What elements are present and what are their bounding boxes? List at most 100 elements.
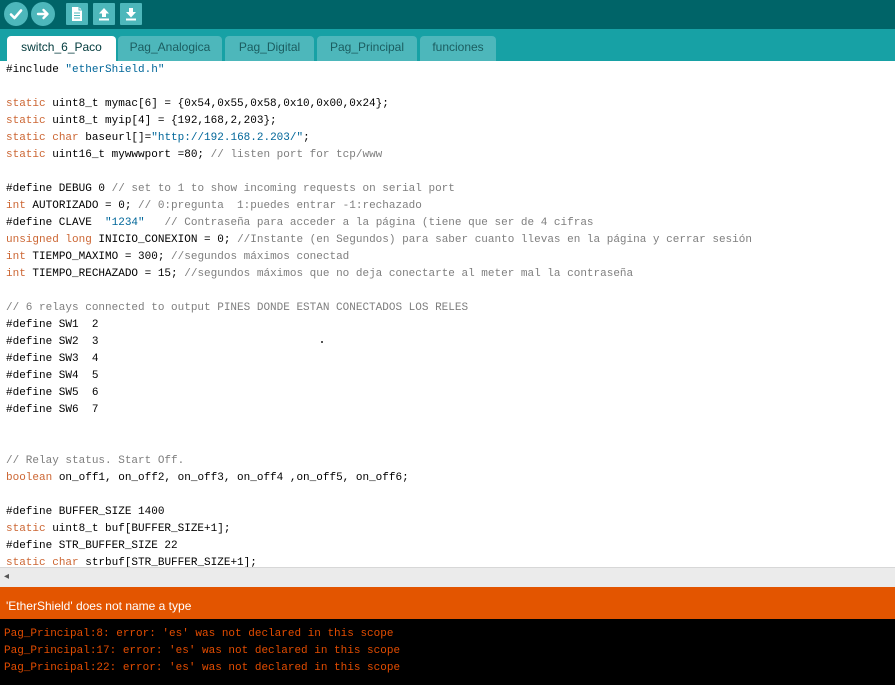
code-token: #define SW2 3 [6,336,99,348]
code-token: #define SW1 2 [6,319,99,331]
code-line: #define CLAVE "1234" // Contraseña para … [6,215,594,232]
code-line: static char strbuf[STR_BUFFER_SIZE+1]; [6,555,257,567]
code-line: #define STR_BUFFER_SIZE 22 [6,538,178,555]
code-line: #define SW5 6 [6,385,98,402]
code-token: ; [303,132,310,144]
code-token: "1234" [105,217,145,229]
tab-switch-6-paco[interactable]: switch_6_Paco [7,36,116,61]
code-token: //segundos máximos conectad [171,251,350,263]
code-line: static uint8_t myip[4] = {192,168,2,203}… [6,113,277,130]
code-line: #define SW3 4 [6,351,98,368]
checkmark-icon [9,9,23,20]
code-token: INICIO_CONEXION = 0; [91,234,238,246]
new-file-icon [72,7,82,21]
code-token: boolean [6,472,53,484]
code-editor[interactable]: #include "etherShield.h" static uint8_t m… [0,61,895,567]
code-token: static [6,115,46,127]
code-token: // 6 relays connected to output PINES DO… [6,302,469,314]
arrow-down-icon [126,8,136,21]
code-token: #define SW6 7 [6,404,99,416]
scroll-left-icon[interactable]: ◂ [4,571,9,582]
code-token: TIEMPO_RECHAZADO = 15; [25,268,185,280]
code-line: int TIEMPO_RECHAZADO = 15; //segundos má… [6,266,633,283]
arrow-up-icon [99,8,109,21]
code-token: strbuf[STR_BUFFER_SIZE+1]; [78,557,257,567]
code-token: #define BUFFER_SIZE 1400 [6,506,165,518]
code-line: // Relay status. Start Off. [6,453,184,470]
code-token: int [6,200,26,212]
verify-button[interactable] [4,2,28,26]
code-token: // listen port for tcp/www [210,149,383,161]
code-token: char [52,557,79,567]
code-line: #define SW2 3 [6,334,98,351]
code-line: int AUTORIZADO = 0; // 0:pregunta 1:pued… [6,198,422,215]
code-token: uint8_t myip[4] = {192,168,2,203}; [45,115,277,127]
code-token: static [6,557,46,567]
open-button[interactable] [93,3,115,25]
arrow-right-icon [36,8,49,20]
code-token: char [52,132,79,144]
code-token: #define CLAVE [6,217,106,229]
code-token: // 0:pregunta 1:puedes entrar -1:rechaza… [138,200,422,212]
text-cursor-mark [321,341,323,343]
code-line: boolean on_off1, on_off2, on_off3, on_of… [6,470,409,487]
code-token: uint8_t mymac[6] = {0x54,0x55,0x58,0x10,… [45,98,389,110]
code-token: baseurl[]= [78,132,152,144]
code-token: "etherShield.h" [65,64,165,76]
code-token: //Instante (en Segundos) para saber cuan… [237,234,752,246]
tab-pag-principal[interactable]: Pag_Principal [317,36,417,61]
code-token: int [6,251,26,263]
console-line: Pag_Principal:17: error: 'es' was not de… [4,645,401,657]
save-button[interactable] [120,3,142,25]
code-line: unsigned long INICIO_CONEXION = 0; //Ins… [6,232,752,249]
code-token: #define SW5 6 [6,387,99,399]
upload-button[interactable] [31,2,55,26]
code-token: #define STR_BUFFER_SIZE 22 [6,540,178,552]
code-line: int TIEMPO_MAXIMO = 300; //segundos máxi… [6,249,349,266]
code-token: #define DEBUG 0 [6,183,112,195]
console-line: Pag_Principal:22: error: 'es' was not de… [4,662,401,674]
code-line: static uint16_t mywwwport =80; // listen… [6,147,382,164]
code-token: //segundos máximos que no deja conectart… [184,268,634,280]
tab-pag-digital[interactable]: Pag_Digital [225,36,314,61]
status-bar: 'EtherShield' does not name a type [0,587,895,619]
toolbar [0,0,895,29]
code-token: // set to 1 to show incoming requests on… [111,183,455,195]
code-token: // Contraseña para acceder a la página (… [164,217,594,229]
code-token: static [6,98,46,110]
code-line: static uint8_t mymac[6] = {0x54,0x55,0x5… [6,96,389,113]
code-token: uint8_t buf[BUFFER_SIZE+1]; [45,523,231,535]
status-message: 'EtherShield' does not name a type [6,599,192,613]
code-line: #define SW1 2 [6,317,98,334]
code-token: #include [6,64,66,76]
code-token: long [65,234,92,246]
code-token: unsigned [6,234,59,246]
code-token: int [6,268,26,280]
tab-strip: switch_6_Paco Pag_Analogica Pag_Digital … [0,29,895,61]
code-token: #define SW4 5 [6,370,99,382]
code-line: #define SW6 7 [6,402,98,419]
code-line: #define SW4 5 [6,368,98,385]
code-line: // 6 relays connected to output PINES DO… [6,300,468,317]
code-token: static [6,132,46,144]
tab-funciones[interactable]: funciones [420,36,496,61]
code-line: static char baseurl[]="http://192.168.2.… [6,130,310,147]
console-line: Pag_Principal:8: error: 'es' was not dec… [4,628,394,640]
code-token: "http://192.168.2.203/" [151,132,304,144]
code-line: #define BUFFER_SIZE 1400 [6,504,164,521]
code-line: static uint8_t buf[BUFFER_SIZE+1]; [6,521,230,538]
code-line: #define DEBUG 0 // set to 1 to show inco… [6,181,455,198]
horizontal-scrollbar[interactable]: ◂ [0,567,895,587]
code-token: uint16_t mywwwport =80; [45,149,211,161]
code-token: TIEMPO_MAXIMO = 300; [25,251,172,263]
new-button[interactable] [66,3,88,25]
tab-pag-analogica[interactable]: Pag_Analogica [118,36,222,61]
code-token: // Relay status. Start Off. [6,455,185,467]
code-token: #define SW3 4 [6,353,99,365]
code-token: on_off1, on_off2, on_off3, on_off4 ,on_o… [52,472,409,484]
code-token: static [6,149,46,161]
code-token: AUTORIZADO = 0; [25,200,139,212]
console-output[interactable]: Pag_Principal:8: error: 'es' was not dec… [0,619,895,685]
code-line: #include "etherShield.h" [6,62,164,79]
